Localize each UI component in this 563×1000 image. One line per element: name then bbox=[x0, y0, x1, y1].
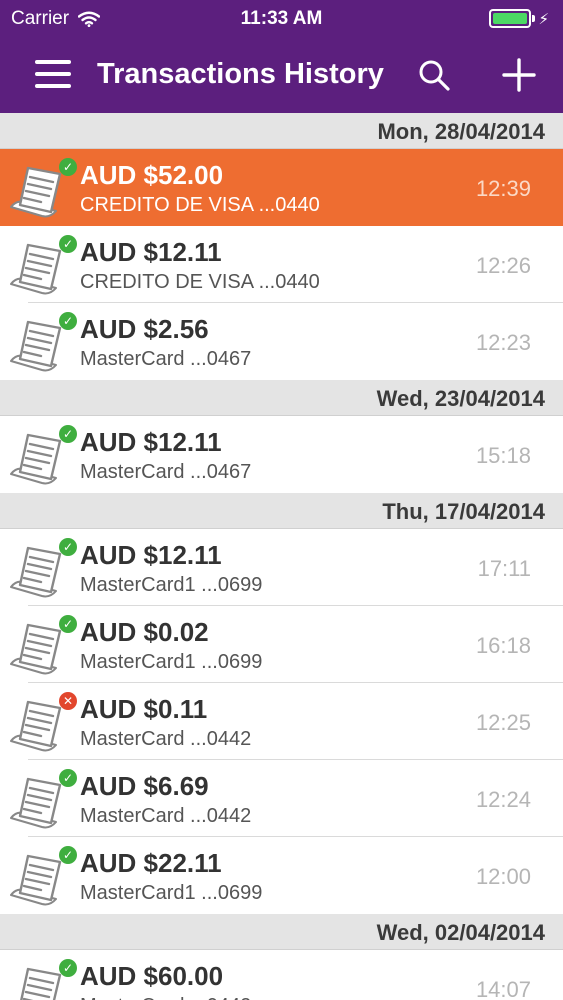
page-title: Transactions History bbox=[97, 58, 384, 90]
success-check-icon: ✓ bbox=[59, 959, 77, 977]
transaction-amount: AUD $52.00 bbox=[80, 160, 224, 190]
status-bar: Carrier 11:33 AM ⚡ bbox=[0, 0, 563, 40]
transaction-time: 12:23 bbox=[475, 330, 531, 355]
section-date-header: Mon, 28/04/2014 bbox=[0, 113, 563, 149]
add-transaction-button[interactable] bbox=[501, 57, 537, 93]
transaction-card: CREDITO DE VISA ...0440 bbox=[80, 271, 320, 293]
transaction-row[interactable]: ✓ AUD $12.11 MasterCard1 ...0699 17:11 bbox=[0, 529, 563, 606]
transaction-card: MasterCard ...0442 bbox=[80, 805, 252, 827]
success-check-icon: ✓ bbox=[59, 769, 77, 787]
transaction-time: 17:11 bbox=[477, 556, 531, 581]
transaction-row[interactable]: ✓ AUD $12.11 CREDITO DE VISA ...0440 12:26 bbox=[0, 226, 563, 303]
success-check-icon: ✓ bbox=[59, 312, 77, 330]
section-date-header: Thu, 17/04/2014 bbox=[0, 493, 563, 529]
search-icon bbox=[419, 60, 450, 91]
transaction-time: 12:24 bbox=[475, 787, 531, 812]
transaction-time: 12:39 bbox=[475, 176, 531, 201]
transaction-card: MasterCard ...0467 bbox=[80, 348, 252, 370]
transaction-amount: AUD $2.56 bbox=[80, 314, 209, 344]
transaction-time: 12:26 bbox=[475, 253, 531, 278]
transaction-card: MasterCard ...0442 bbox=[80, 995, 251, 1000]
transaction-row[interactable]: ✓ AUD $22.11 MasterCard1 ...0699 12:00 bbox=[0, 837, 563, 914]
transaction-amount: AUD $12.11 bbox=[80, 427, 222, 457]
transaction-amount: AUD $12.11 bbox=[80, 237, 222, 267]
search-button[interactable] bbox=[416, 57, 452, 93]
transactions-list[interactable]: Mon, 28/04/2014 ✓ AUD $52.00 CREDITO DE VI… bbox=[0, 113, 563, 1000]
transaction-row[interactable]: ✓AUD $60.00 MasterCard ...0442 14:07 bbox=[0, 950, 563, 1000]
success-check-icon: ✓ bbox=[59, 846, 77, 864]
transaction-amount: AUD $0.11 bbox=[80, 694, 208, 724]
transaction-card: MasterCard ...0442 bbox=[80, 728, 252, 750]
charging-icon: ⚡ bbox=[538, 10, 549, 28]
transaction-amount: AUD $0.02 bbox=[80, 617, 209, 647]
success-check-icon: ✓ bbox=[59, 538, 77, 556]
transaction-card: MasterCard1 ...0699 bbox=[80, 651, 263, 673]
battery-level bbox=[493, 13, 528, 24]
transaction-row[interactable]: ✓ AUD $52.00 CREDITO DE VISA ...0440 12:39 bbox=[0, 149, 563, 226]
transaction-time: 12:25 bbox=[475, 710, 531, 735]
navigation-bar: Transactions History bbox=[0, 40, 563, 113]
transaction-row[interactable]: ✓ AUD $2.56 MasterCard ...0467 12:23 bbox=[0, 303, 563, 380]
transaction-row[interactable]: ✓ AUD $12.11 MasterCard ...0467 15:18 bbox=[0, 416, 563, 493]
section-date-header: Wed, 23/04/2014 bbox=[0, 380, 563, 416]
failure-x-icon: ✕ bbox=[59, 692, 77, 710]
transaction-amount: AUD $12.11 bbox=[80, 540, 222, 570]
transaction-card: MasterCard1 ...0699 bbox=[80, 882, 263, 904]
transaction-row[interactable]: ✕ AUD $0.11 MasterCard ...0442 12:25 bbox=[0, 683, 563, 760]
success-check-icon: ✓ bbox=[59, 235, 77, 253]
transaction-amount: AUD $60.00 bbox=[80, 961, 224, 991]
transaction-time: 14:07 bbox=[475, 977, 531, 1000]
transaction-card: MasterCard1 ...0699 bbox=[80, 574, 263, 596]
success-check-icon: ✓ bbox=[59, 425, 77, 443]
transaction-amount: AUD $22.11 bbox=[80, 848, 222, 878]
success-check-icon: ✓ bbox=[59, 158, 77, 176]
status-time: 11:33 AM bbox=[240, 8, 323, 29]
transaction-time: 15:18 bbox=[475, 443, 531, 468]
battery-icon: ⚡ bbox=[489, 9, 549, 28]
transaction-card: MasterCard ...0467 bbox=[80, 461, 252, 483]
plus-icon bbox=[502, 58, 536, 92]
menu-button[interactable] bbox=[35, 58, 73, 90]
transaction-time: 16:18 bbox=[475, 633, 531, 658]
success-check-icon: ✓ bbox=[59, 615, 77, 633]
transaction-row[interactable]: ✓ AUD $0.02 MasterCard1 ...0699 16:18 bbox=[0, 606, 563, 683]
section-date-header: Wed, 02/04/2014 bbox=[0, 914, 563, 950]
transaction-card: CREDITO DE VISA ...0440 bbox=[80, 194, 320, 216]
transaction-amount: AUD $6.69 bbox=[80, 771, 209, 801]
transaction-row[interactable]: ✓ AUD $6.69 MasterCard ...0442 12:24 bbox=[0, 760, 563, 837]
transaction-time: 12:00 bbox=[475, 864, 531, 889]
